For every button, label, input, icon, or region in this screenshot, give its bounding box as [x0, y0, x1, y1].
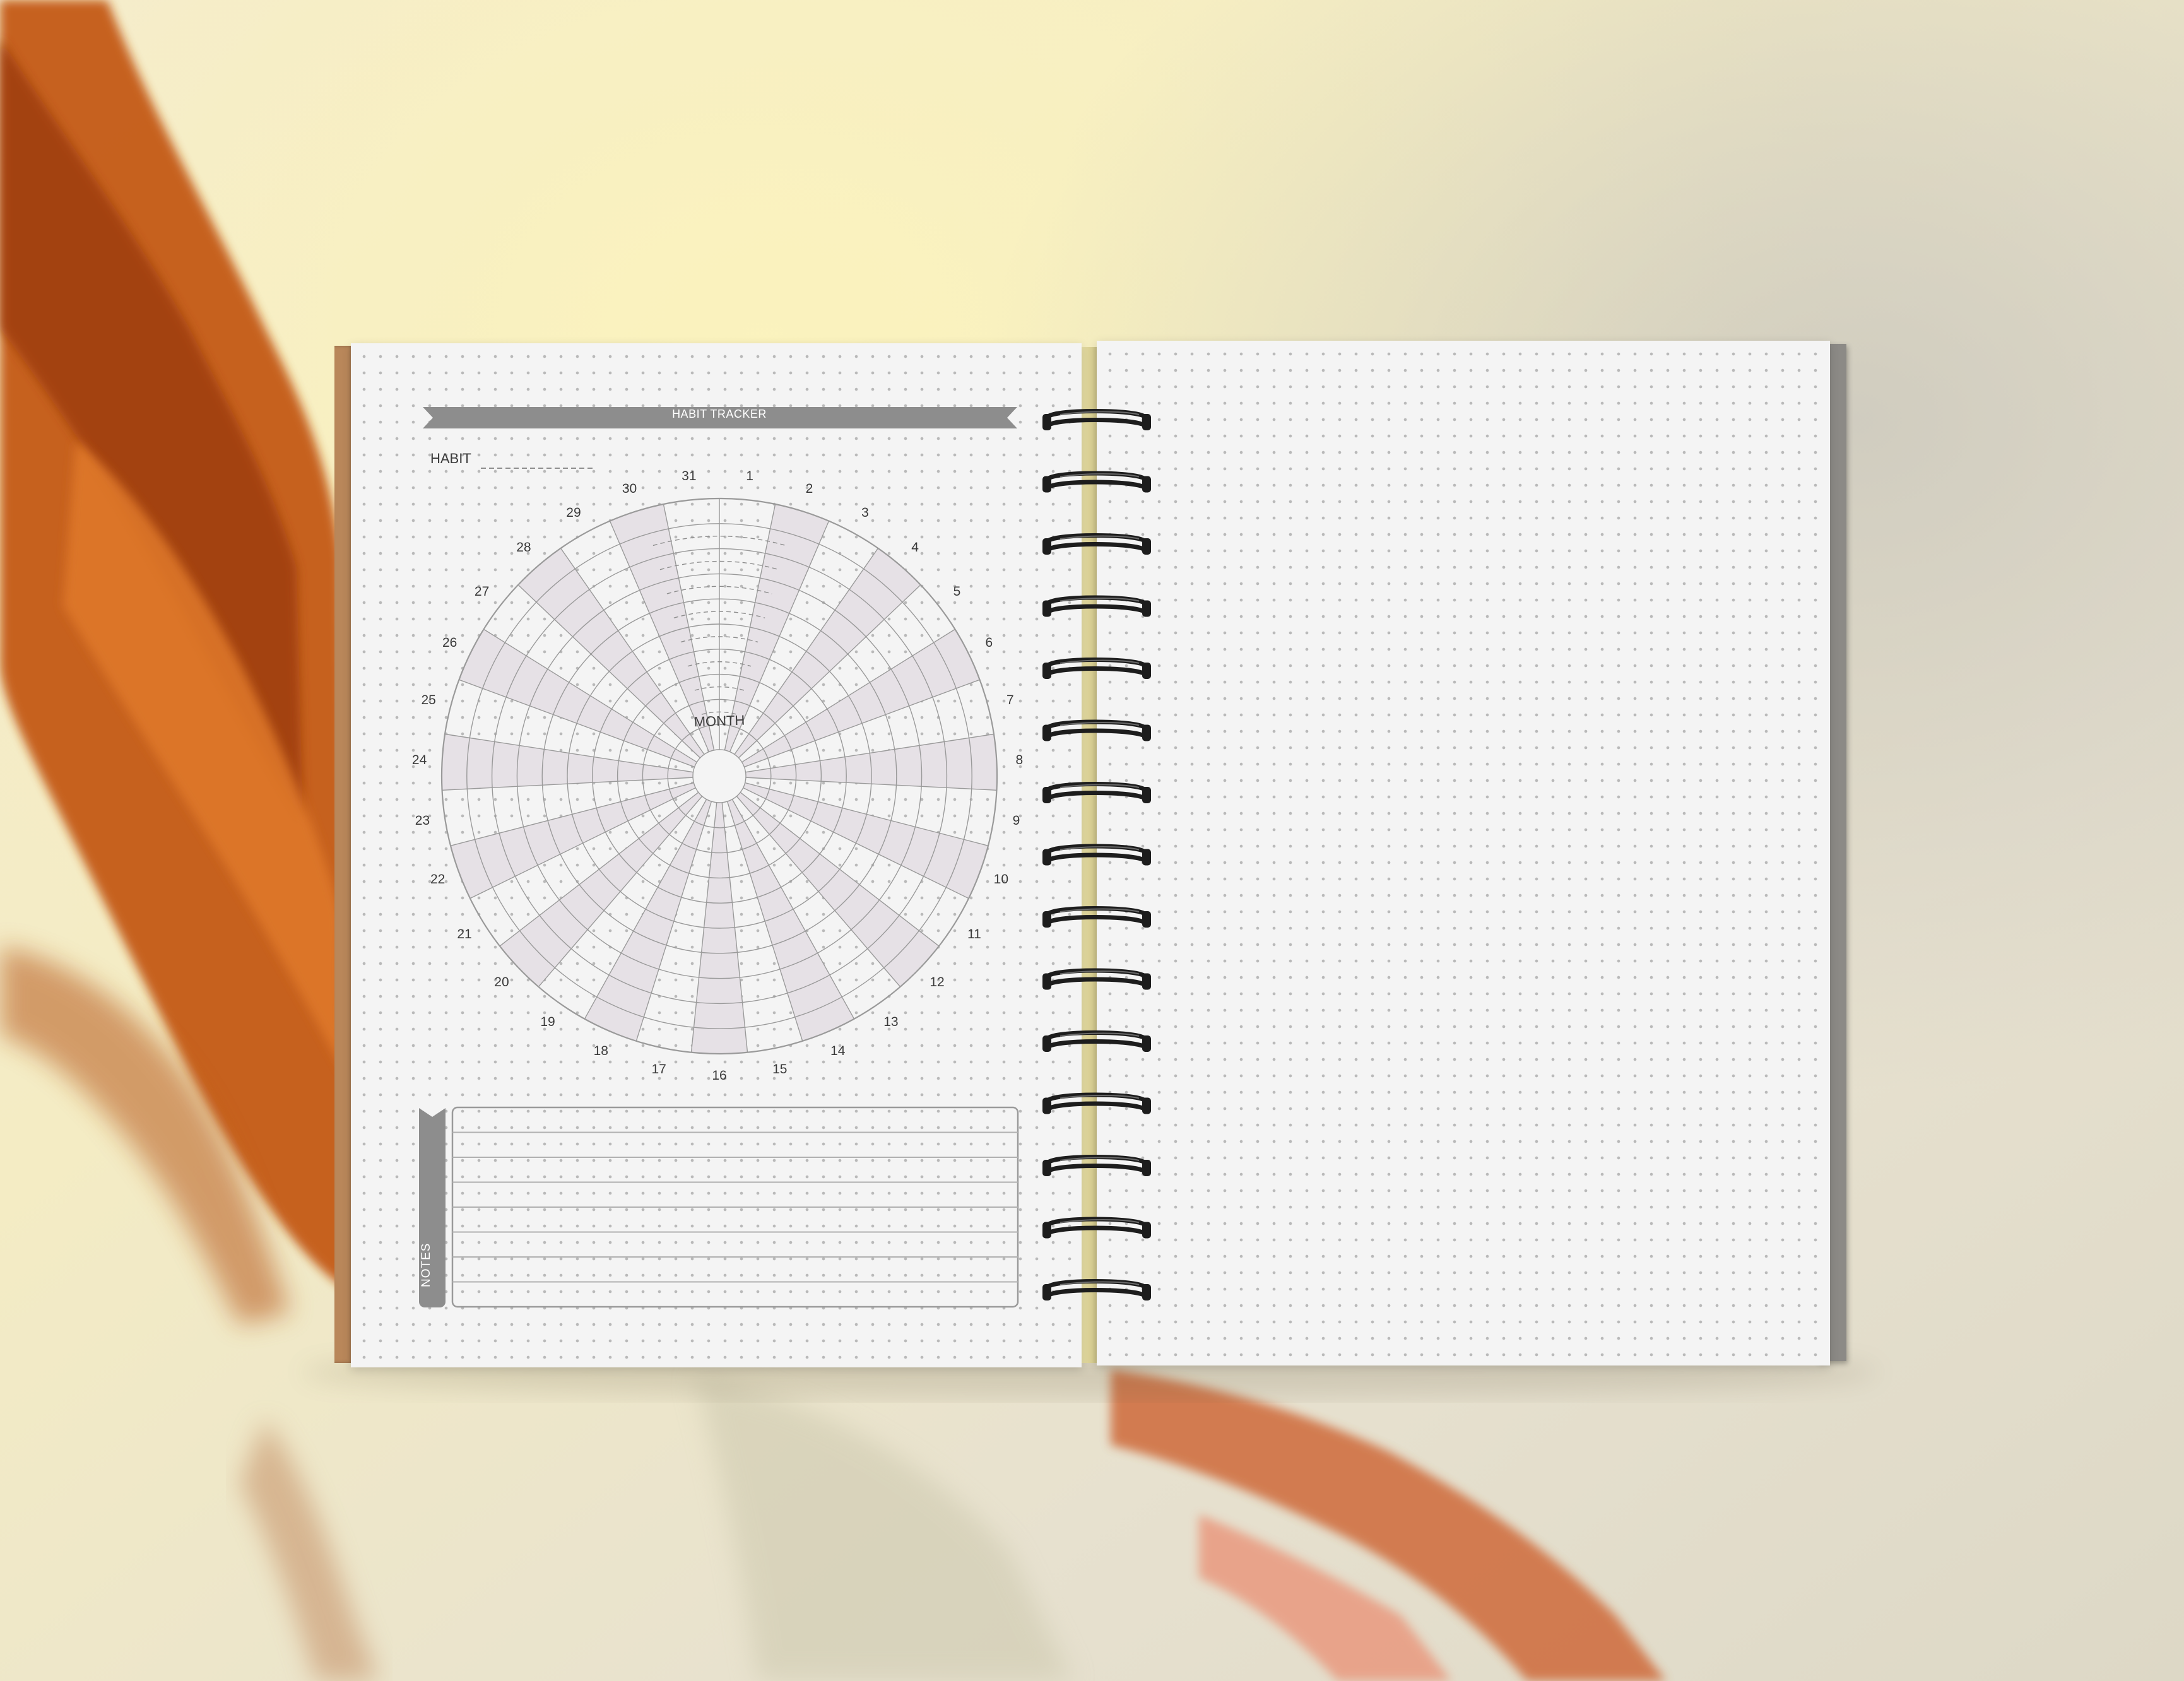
day-label: 22	[430, 872, 446, 887]
banner-title: HABIT TRACKER	[672, 408, 767, 420]
day-label: 5	[953, 584, 961, 599]
day-label: 16	[712, 1068, 727, 1083]
day-label: 28	[516, 540, 531, 555]
day-label: 30	[622, 481, 637, 496]
notes-label-holder: NOTES	[420, 1218, 435, 1306]
day-label: 10	[993, 872, 1009, 887]
spiral-ring	[1042, 1155, 1151, 1176]
day-label: 13	[883, 1014, 899, 1029]
spiral-ring	[1042, 1279, 1151, 1301]
wheel-ring	[692, 749, 747, 803]
day-label: 1	[746, 469, 753, 484]
spiral-ring	[1042, 968, 1151, 990]
notebook-mockup-scene: HABIT TRACKER HABIT MONTH 1 2 3 4 5 6 7 8 9 10 11 1…	[0, 0, 2184, 1681]
spiral-ring	[1042, 1217, 1151, 1239]
day-label: 14	[830, 1044, 846, 1059]
spiral-ring	[1042, 844, 1151, 866]
day-label: 26	[442, 635, 457, 651]
day-label: 6	[985, 635, 993, 651]
day-label: 18	[593, 1044, 608, 1059]
spiral-ring	[1042, 471, 1151, 493]
spiral-ring	[1042, 719, 1151, 741]
day-label: 7	[1006, 692, 1014, 707]
spiral-ring	[1042, 533, 1151, 555]
spiral-binding	[1042, 409, 1151, 1301]
day-label: 29	[566, 505, 581, 520]
day-label: 21	[457, 926, 472, 941]
notes-lines	[452, 1131, 1018, 1283]
day-label: 2	[805, 481, 813, 496]
day-label: 20	[494, 974, 509, 989]
day-label: 23	[415, 813, 430, 829]
day-label: 31	[682, 469, 697, 484]
habit-label: HABIT	[430, 451, 471, 466]
notes-label: NOTES	[420, 1242, 433, 1287]
day-label: 25	[421, 692, 436, 707]
spiral-ring	[1042, 595, 1151, 617]
wheel-wedge	[442, 734, 719, 791]
spiral-ring	[1042, 1030, 1151, 1052]
habit-wheel	[440, 497, 998, 1055]
notes-section	[419, 1104, 1019, 1308]
day-label: 11	[967, 926, 981, 941]
wheel-wedge	[719, 734, 998, 791]
day-label: 15	[772, 1062, 788, 1077]
day-label: 4	[911, 540, 919, 555]
spiral-ring	[1042, 658, 1151, 679]
day-label: 9	[1012, 813, 1020, 829]
spiral-ring	[1042, 782, 1151, 803]
day-label: 19	[540, 1014, 555, 1029]
day-label: 12	[930, 974, 945, 989]
day-label: 17	[651, 1062, 666, 1077]
day-label: 3	[861, 505, 869, 520]
day-label: 27	[474, 584, 490, 599]
day-label: 8	[1015, 752, 1024, 767]
day-label: 24	[411, 752, 427, 767]
spiral-ring	[1042, 1092, 1151, 1114]
spiral-ring	[1042, 409, 1151, 430]
spiral-ring	[1042, 906, 1151, 928]
